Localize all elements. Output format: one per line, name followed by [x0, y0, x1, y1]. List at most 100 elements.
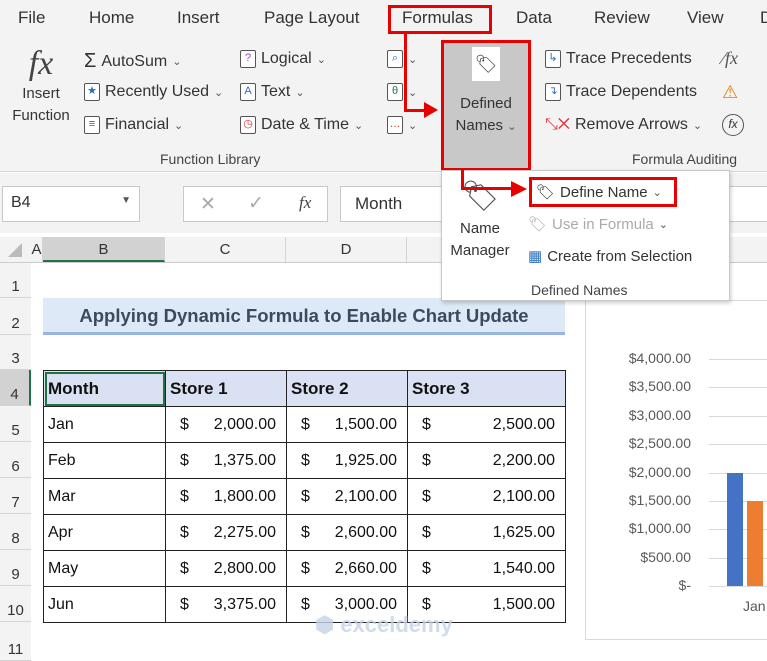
currency-symbol: $: [180, 559, 189, 577]
currency-cell[interactable]: $2,600.00: [286, 514, 408, 551]
table-row: Jan $2,000.00 $1,500.00 $2,500.00: [43, 406, 566, 443]
cell-value: 3,000.00: [334, 595, 397, 613]
currency-cell[interactable]: $2,000.00: [165, 406, 287, 443]
currency-cell[interactable]: $2,660.00: [286, 550, 408, 587]
trace-precedents-button[interactable]: ↳ Trace Precedents: [545, 50, 692, 68]
month-cell[interactable]: Jan: [43, 406, 166, 443]
trace-dependents-button[interactable]: ↴ Trace Dependents: [545, 83, 697, 101]
row-header[interactable]: 4: [0, 370, 31, 406]
select-all-button[interactable]: [8, 243, 22, 257]
date-time-button[interactable]: ◷ Date & Time ⌄: [240, 116, 363, 134]
evaluate-formula-icon[interactable]: fx: [722, 114, 744, 136]
currency-cell[interactable]: $2,200.00: [407, 442, 566, 479]
y-tick-label: $2,500.00: [628, 435, 691, 452]
header-store-1[interactable]: Store 1: [165, 370, 287, 407]
month-cell[interactable]: Apr: [43, 514, 166, 551]
row-header[interactable]: 3: [0, 335, 31, 370]
currency-cell[interactable]: $2,100.00: [407, 478, 566, 515]
name-box[interactable]: B4 ▼: [2, 186, 140, 222]
column-header-a[interactable]: A: [31, 237, 43, 262]
row-header[interactable]: 2: [0, 298, 31, 335]
currency-cell[interactable]: $1,625.00: [407, 514, 566, 551]
tab-page-layout[interactable]: Page Layout: [264, 8, 359, 28]
row-header[interactable]: 11: [0, 622, 31, 661]
more-functions-button[interactable]: … ⌄: [387, 116, 417, 134]
text-button[interactable]: A Text ⌄: [240, 83, 305, 101]
currency-cell[interactable]: $2,500.00: [407, 406, 566, 443]
x-tick-label: Jan: [743, 598, 766, 614]
use-in-formula-button[interactable]: 🏷 Use in Formula ⌄: [528, 215, 668, 234]
row-header[interactable]: 1: [0, 263, 31, 298]
currency-cell[interactable]: $1,800.00: [165, 478, 287, 515]
currency-cell[interactable]: $3,375.00: [165, 586, 287, 623]
tab-view[interactable]: View: [687, 8, 724, 28]
currency-cell[interactable]: $1,925.00: [286, 442, 408, 479]
y-tick-label: $1,500.00: [628, 491, 691, 508]
star-icon: ★: [84, 83, 100, 101]
chevron-down-icon: ⌄: [174, 119, 184, 132]
currency-cell[interactable]: $2,275.00: [165, 514, 287, 551]
row-header[interactable]: 6: [0, 442, 31, 478]
currency-cell[interactable]: $2,100.00: [286, 478, 408, 515]
column-header-c[interactable]: C: [165, 237, 286, 262]
recently-used-button[interactable]: ★ Recently Used ⌄: [84, 83, 223, 101]
error-checking-icon[interactable]: ⚠: [722, 82, 738, 103]
currency-cell[interactable]: $1,500.00: [286, 406, 408, 443]
currency-cell[interactable]: $1,375.00: [165, 442, 287, 479]
cell-value: 2,100.00: [492, 487, 555, 505]
month-cell[interactable]: May: [43, 550, 166, 587]
chart[interactable]: $- $500.00 $1,000.00 $1,500.00 $2,000.00 $2,5…: [585, 300, 767, 640]
insert-function-icon[interactable]: fx: [299, 193, 311, 213]
formula-auditing-group-label: Formula Auditing: [632, 151, 738, 167]
enter-check-icon[interactable]: ✓: [248, 192, 264, 215]
header-store-3[interactable]: Store 3: [407, 370, 566, 407]
logical-button[interactable]: ? Logical ⌄: [240, 50, 326, 68]
tab-review[interactable]: Review: [594, 8, 650, 28]
lookup-reference-button[interactable]: ⌕ ⌄: [387, 50, 417, 68]
remove-arrows-button[interactable]: ⤡✕ Remove Arrows ⌄: [545, 116, 702, 134]
column-header-b[interactable]: B: [43, 237, 165, 262]
name-manager-button[interactable]: 🏷 Name Manager: [450, 179, 510, 262]
month-cell[interactable]: Mar: [43, 478, 166, 515]
tab-home[interactable]: Home: [89, 8, 134, 28]
row-header[interactable]: 7: [0, 478, 31, 514]
tab-insert[interactable]: Insert: [177, 8, 220, 28]
tab-developer[interactable]: D: [760, 8, 767, 28]
tab-data[interactable]: Data: [516, 8, 552, 28]
month-cell[interactable]: Jun: [43, 586, 166, 623]
defined-names-button[interactable]: 🏷 Defined Names ⌄: [441, 40, 531, 171]
bar[interactable]: [747, 500, 763, 586]
tab-file[interactable]: File: [18, 8, 45, 28]
cancel-icon[interactable]: ✕: [200, 193, 216, 216]
show-formulas-icon[interactable]: ⁄fx: [722, 48, 738, 69]
arrow-line: [404, 32, 407, 112]
lookup-icon: ⌕: [387, 50, 403, 68]
autosum-button[interactable]: Σ AutoSum ⌄: [84, 50, 181, 73]
sheet-title[interactable]: Applying Dynamic Formula to Enable Chart…: [43, 298, 565, 335]
row-header[interactable]: 5: [0, 406, 31, 442]
month-cell[interactable]: Feb: [43, 442, 166, 479]
insert-function-button[interactable]: fx Insert Function: [8, 45, 74, 127]
chevron-down-icon: ⌄: [692, 119, 703, 132]
row-header[interactable]: 8: [0, 514, 31, 550]
create-from-selection-button[interactable]: ▦ Create from Selection: [528, 247, 692, 266]
column-header-d[interactable]: D: [286, 237, 407, 262]
ribbon: File Home Insert Page Layout Formulas Da…: [0, 0, 767, 172]
sigma-icon: Σ: [84, 50, 97, 72]
header-store-2[interactable]: Store 2: [286, 370, 408, 407]
currency-cell[interactable]: $1,540.00: [407, 550, 566, 587]
define-name-button[interactable]: 🏷 Define Name ⌄: [529, 177, 677, 207]
header-month[interactable]: Month: [43, 370, 166, 407]
currency-cell[interactable]: $2,800.00: [165, 550, 287, 587]
cell-value: 1,625.00: [492, 523, 555, 541]
chevron-down-icon: ⌄: [295, 86, 305, 99]
math-trig-button[interactable]: θ ⌄: [387, 83, 417, 101]
cell-value: 1,800.00: [213, 487, 276, 505]
table-row: May $2,800.00 $2,660.00 $1,540.00: [43, 550, 566, 587]
row-header[interactable]: 9: [0, 550, 31, 586]
bar[interactable]: [727, 472, 743, 586]
dropdown-arrow-icon: ▼: [121, 195, 131, 206]
row-header[interactable]: 10: [0, 586, 31, 622]
currency-symbol: $: [422, 595, 431, 613]
financial-button[interactable]: ≡ Financial ⌄: [84, 116, 183, 134]
